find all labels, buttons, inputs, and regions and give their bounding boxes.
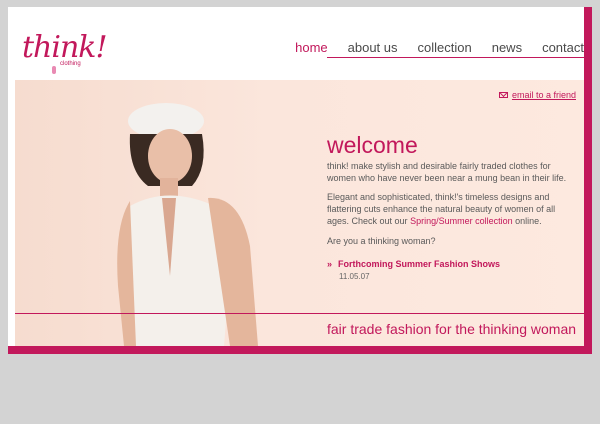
intro-paragraph: think! make stylish and desirable fairly… [327,161,567,183]
nav-contact[interactable]: contact [542,40,584,55]
news-item-date: 11.05.07 [339,272,370,281]
description-paragraph: Elegant and sophisticated, think!'s time… [327,191,577,227]
frame-right-border [584,7,592,354]
nav-underline [327,57,584,58]
news-item-link[interactable]: » Forthcoming Summer Fashion Shows [327,259,500,269]
hero-banner: email to a friend welcome think! make st… [15,80,584,346]
nav-about-us[interactable]: about us [348,40,398,55]
nav-home[interactable]: home [295,40,328,55]
welcome-heading: welcome [327,132,418,158]
logo[interactable]: think! clothing [22,14,108,74]
logo-subtitle: clothing [60,61,81,67]
logo-dot [52,66,56,74]
tagline: fair trade fashion for the thinking woma… [327,321,577,337]
frame-bottom-border [8,346,592,354]
mail-icon [498,92,508,98]
double-chevron-icon: » [327,259,333,269]
nav-news[interactable]: news [492,40,522,55]
question-text: Are you a thinking woman? [327,236,436,246]
tagline-rule [15,313,584,314]
email-friend-label: email to a friend [511,90,576,100]
model-photo [117,103,258,346]
collection-link[interactable]: Spring/Summer collection [410,216,513,226]
email-friend-link[interactable]: email to a friend [498,90,576,100]
news-item-title: Forthcoming Summer Fashion Shows [338,259,501,269]
main-nav: home about us collection news contact [295,40,584,55]
description-tail: online. [512,216,542,226]
nav-collection[interactable]: collection [418,40,472,55]
logo-wordmark: think! [22,30,108,65]
